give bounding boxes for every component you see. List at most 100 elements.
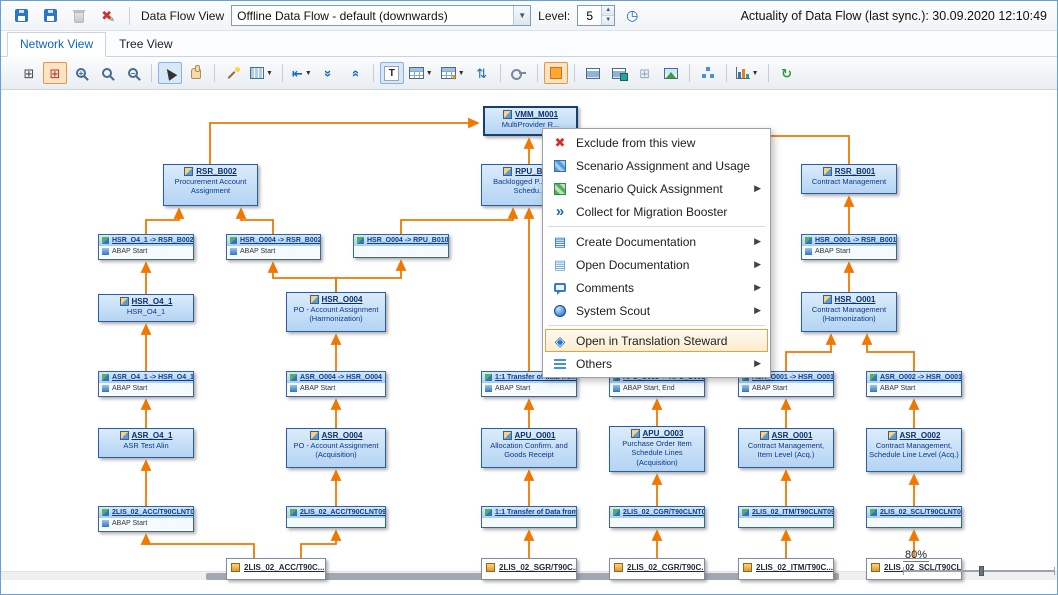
grid-export-button[interactable]: ⊞ xyxy=(633,62,657,84)
node-TRF_2LIS_02_ITM[interactable]: 2LIS_02_ITM/T90CLNT090 ->... xyxy=(738,506,834,528)
zoom-slider-handle[interactable] xyxy=(979,566,984,576)
node-HSR_O004[interactable]: HSR_O004PO - Account Assignment (Harmoni… xyxy=(286,292,386,332)
actuality-check-button[interactable]: ◷ xyxy=(620,5,644,27)
save-button[interactable] xyxy=(9,5,33,27)
magic-wand-button[interactable] xyxy=(221,62,245,84)
node-TRF_HSR_O004_RPU_B010[interactable]: HSR_O004 -> RPU_B010 xyxy=(353,234,449,258)
node-APU_O001[interactable]: APU_O001Allocation Confirm. and Goods Re… xyxy=(481,428,577,468)
node-APU_O003[interactable]: APU_O003Purchase Order Item Schedule Lin… xyxy=(609,426,705,472)
dropdown-arrow-icon[interactable]: ▼ xyxy=(266,70,273,77)
zoom-in-icon xyxy=(83,75,89,81)
grid-settings-button[interactable]: ⊞ xyxy=(43,62,67,84)
node-DS_2LIS_02_ACC[interactable]: 2LIS_02_ACC/T90C... xyxy=(226,558,326,580)
node-title: ASR_O004 xyxy=(322,431,363,440)
spinner-down-icon[interactable]: ▼ xyxy=(602,16,614,25)
dataflow-select[interactable]: Offline Data Flow - default (downwards) … xyxy=(231,5,531,26)
menu-item-scenario-quick-assignment[interactable]: Scenario Quick Assignment▶ xyxy=(545,177,768,200)
node-TRF_HSR_O004_RSR_B002[interactable]: HSR_O004 -> RSR_B002ABAP Start xyxy=(226,234,321,260)
highlight-toggle-button[interactable] xyxy=(544,62,568,84)
node-subtitle: ABAP Start xyxy=(815,248,850,255)
menu-item-scenario-assignment-and-usage[interactable]: Scenario Assignment and Usage xyxy=(545,154,768,177)
expand-all-button[interactable]: » xyxy=(343,62,367,84)
print-export-button[interactable] xyxy=(607,62,631,84)
sort-filter-button[interactable]: ⇅ xyxy=(470,62,494,84)
save-as-button[interactable] xyxy=(38,5,62,27)
menu-item-comments[interactable]: Comments▶ xyxy=(545,276,768,299)
select-tool-button[interactable] xyxy=(158,62,182,84)
infoprovider-icon xyxy=(503,167,512,176)
node-TRF_2LIS_02_SCL[interactable]: 2LIS_02_SCL/T90CLNT090 ->... xyxy=(866,506,962,528)
node-DS_2LIS_02_SGR[interactable]: 2LIS_02_SGR/T90C... xyxy=(481,558,577,580)
node-title: 2LIS_02_SGR/T90C... xyxy=(499,563,576,572)
text-tool-button[interactable]: T xyxy=(380,62,404,84)
go-to-start-button[interactable]: ⇤▼ xyxy=(289,62,315,84)
node-TRF_HSR_O001_RSR_B001[interactable]: HSR_O001 -> RSR_B001ABAP Start xyxy=(801,234,897,260)
node-RSR_B002[interactable]: RSR_B002Procurement Account Assignment xyxy=(163,164,258,206)
menu-item-create-documentation[interactable]: ▤Create Documentation▶ xyxy=(545,230,768,253)
node-DS_2LIS_02_ITM[interactable]: 2LIS_02_ITM/T90C... xyxy=(738,558,834,580)
node-ASR_O004[interactable]: ASR_O004PO - Account Assignment (Acquisi… xyxy=(286,428,386,468)
node-body xyxy=(354,246,448,256)
spinner-up-icon[interactable]: ▲ xyxy=(602,6,614,16)
node-subtitle: ABAP Start xyxy=(495,385,530,392)
remove-dataflow-button[interactable]: ✖✎ xyxy=(96,5,120,27)
node-TRF_ASR_O004_HSR_O004[interactable]: ASR_O004 -> HSR_O004ABAP Start xyxy=(286,371,386,397)
dropdown-arrow-icon[interactable]: ▼ xyxy=(752,70,759,77)
process-step-icon xyxy=(805,248,812,255)
node-TRF_2LIS_02_ACC_A[interactable]: 2LIS_02_ACC/T90CLNT090 ->...ABAP Start xyxy=(98,506,194,532)
mini-tree-button[interactable] xyxy=(696,62,720,84)
menu-item-open-documentation[interactable]: ▤Open Documentation▶ xyxy=(545,253,768,276)
node-HSR_O001[interactable]: HSR_O001Contract Management (Harmonizati… xyxy=(801,292,897,332)
menu-item-exclude-from-this-view[interactable]: ✖Exclude from this view xyxy=(545,131,768,154)
combo-dropdown-icon[interactable]: ▼ xyxy=(513,6,530,25)
node-TRF_ASR_O4_1_HSR_O4_1[interactable]: ASR_O4_1 -> HSR_O4_1ABAP Start xyxy=(98,371,194,397)
submenu-arrow-icon: ▶ xyxy=(754,259,761,270)
process-step-icon xyxy=(102,248,109,255)
zoom-slider[interactable] xyxy=(903,570,1055,572)
infoprovider-icon xyxy=(120,297,129,306)
tab-tree-view[interactable]: Tree View xyxy=(106,32,185,57)
network-diagram-canvas[interactable]: ✖Exclude from this viewScenario Assignme… xyxy=(1,90,1057,594)
zoom-in-button[interactable]: + xyxy=(69,62,93,84)
menu-item-system-scout[interactable]: System Scout▶ xyxy=(545,299,768,322)
layout-columns-button[interactable]: ▼ xyxy=(247,62,276,84)
submenu-arrow-icon: ▶ xyxy=(754,282,761,293)
menu-item-collect-for-migration-booster[interactable]: »Collect for Migration Booster xyxy=(545,200,768,223)
node-HSR_O4_1[interactable]: HSR_O4_1HSR_O4_1 xyxy=(98,294,194,322)
node-TRF_2LIS_TRANSFER[interactable]: 1:1 Transfer of Data from 2LIS... xyxy=(481,506,577,528)
zoom-normal-button[interactable] xyxy=(95,62,119,84)
table-view-button[interactable]: ▼ xyxy=(406,62,436,84)
level-spinner[interactable]: 5 ▲▼ xyxy=(577,5,615,26)
node-subtitle: ABAP Start xyxy=(300,385,335,392)
overview-grid-button[interactable]: ⊞ xyxy=(17,62,41,84)
node-ASR_O4_1[interactable]: ASR_O4_1ASR Test Alin xyxy=(98,428,194,458)
node-ASR_O002[interactable]: ASR_O002Contract Management, Schedule Li… xyxy=(866,428,962,472)
export-image-button[interactable] xyxy=(659,62,683,84)
print-button[interactable] xyxy=(581,62,605,84)
delete-button[interactable] xyxy=(67,5,91,27)
zoom-out-button[interactable]: − xyxy=(121,62,145,84)
node-RSR_B001[interactable]: RSR_B001Contract Management xyxy=(801,164,897,194)
menu-item-others[interactable]: Others▶ xyxy=(545,352,768,375)
menu-item-open-in-translation-steward[interactable]: ◈Open in Translation Steward xyxy=(545,329,768,352)
pan-tool-button[interactable] xyxy=(184,62,208,84)
tab-network-view[interactable]: Network View xyxy=(7,32,106,57)
dropdown-arrow-icon[interactable]: ▼ xyxy=(426,70,433,77)
table-filter-button[interactable]: ▼ xyxy=(438,62,468,84)
node-subtitle: Allocation Confirm. and Goods Receipt xyxy=(482,440,576,462)
node-subtitle: ABAP Start xyxy=(752,385,787,392)
dropdown-arrow-icon[interactable]: ▼ xyxy=(458,70,465,77)
node-ASR_O001[interactable]: ASR_O001Contract Management, Item Level … xyxy=(738,428,834,468)
key-button[interactable] xyxy=(507,62,531,84)
collapse-all-button[interactable]: » xyxy=(317,62,341,84)
node-title: ASR_O4_1 xyxy=(132,431,173,440)
dropdown-arrow-icon[interactable]: ▼ xyxy=(305,70,312,77)
node-DS_2LIS_02_CGR[interactable]: 2LIS_02_CGR/T90C... xyxy=(609,558,705,580)
node-TRF_HSR_O4_1_RSR_B002[interactable]: HSR_O4_1 -> RSR_B002ABAP Start xyxy=(98,234,194,260)
chart-button[interactable]: ▼ xyxy=(733,62,762,84)
connection-line xyxy=(241,209,273,234)
refresh-button[interactable]: ↻ xyxy=(775,62,799,84)
node-TRF_ASR_O002_HSR_O001[interactable]: ASR_O002 -> HSR_O001ABAP Start xyxy=(866,371,962,397)
node-TRF_2LIS_02_ACC_B[interactable]: 2LIS_02_ACC/T90CLNT090 ->... xyxy=(286,506,386,528)
node-TRF_2LIS_02_CGR[interactable]: 2LIS_02_CGR/T90CLNT090 ->... xyxy=(609,506,705,528)
